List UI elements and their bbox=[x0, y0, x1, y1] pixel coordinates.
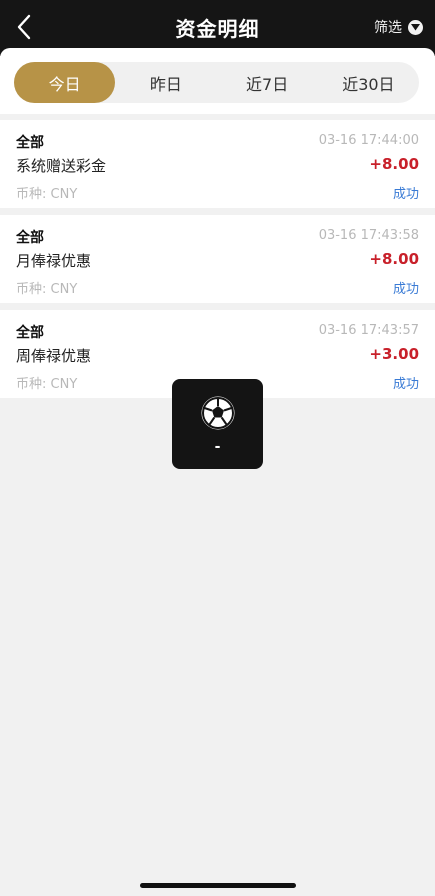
record-time: 03-16 17:43:57 bbox=[318, 323, 419, 338]
record-description: 周俸禄优惠 bbox=[16, 347, 92, 365]
soccer-ball-icon bbox=[201, 396, 235, 430]
date-range-tabs: 今日 昨日 近7日 近30日 bbox=[14, 62, 419, 103]
record-amount: +8.00 bbox=[369, 155, 419, 173]
record-currency: 币种: CNY bbox=[16, 377, 78, 392]
record-category: 全部 bbox=[16, 230, 44, 246]
record-amount: +8.00 bbox=[369, 250, 419, 268]
transaction-list: 全部 03-16 17:44:00 系统赠送彩金 +8.00 币种: CNY 成… bbox=[0, 120, 435, 405]
tab-yesterday[interactable]: 昨日 bbox=[115, 62, 216, 103]
record-status[interactable]: 成功 bbox=[393, 183, 419, 202]
tab-last-7-days[interactable]: 近7日 bbox=[217, 62, 318, 103]
record-time: 03-16 17:44:00 bbox=[318, 133, 419, 148]
transaction-card[interactable]: 全部 03-16 17:44:00 系统赠送彩金 +8.00 币种: CNY 成… bbox=[0, 120, 435, 208]
filter-button[interactable]: 筛选 bbox=[374, 17, 423, 37]
record-description: 月俸禄优惠 bbox=[16, 252, 92, 270]
tab-last-30-days[interactable]: 近30日 bbox=[318, 62, 419, 103]
tab-today[interactable]: 今日 bbox=[14, 62, 116, 103]
record-time: 03-16 17:43:58 bbox=[318, 228, 419, 243]
record-amount: +3.00 bbox=[369, 345, 419, 363]
record-category: 全部 bbox=[16, 135, 44, 151]
filter-label: 筛选 bbox=[374, 20, 402, 36]
record-category: 全部 bbox=[16, 325, 44, 341]
transaction-card[interactable]: 全部 03-16 17:43:58 月俸禄优惠 +8.00 币种: CNY 成功 bbox=[0, 215, 435, 303]
home-indicator[interactable] bbox=[140, 883, 296, 888]
dropdown-icon bbox=[408, 19, 423, 35]
record-currency: 币种: CNY bbox=[16, 282, 78, 297]
record-currency: 币种: CNY bbox=[16, 187, 78, 202]
toast-message: - bbox=[214, 439, 221, 455]
record-status[interactable]: 成功 bbox=[393, 373, 419, 392]
record-status[interactable]: 成功 bbox=[393, 278, 419, 297]
date-range-bar: 今日 昨日 近7日 近30日 bbox=[0, 48, 435, 114]
loading-toast: - bbox=[172, 379, 263, 469]
record-description: 系统赠送彩金 bbox=[16, 157, 107, 175]
page-title: 资金明细 bbox=[175, 17, 260, 41]
